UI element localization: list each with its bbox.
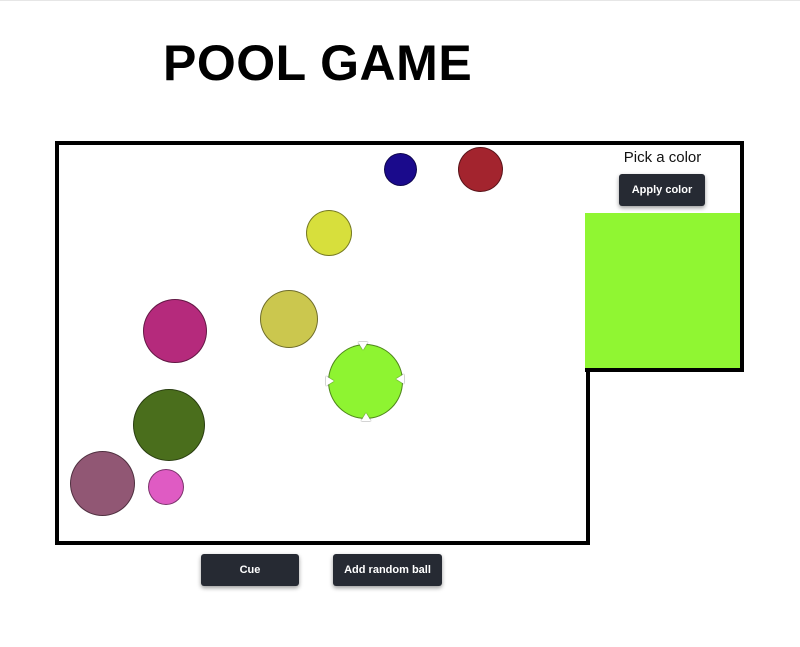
red-ball[interactable] [458, 147, 503, 192]
lime-ball[interactable] [328, 344, 403, 419]
pink-ball[interactable] [148, 469, 184, 505]
yellow-ball[interactable] [306, 210, 352, 256]
arrow-left-icon[interactable] [396, 374, 404, 384]
page-title: POOL GAME [163, 35, 473, 91]
color-swatch[interactable] [585, 213, 740, 368]
pool-table[interactable] [55, 141, 590, 545]
cue-button[interactable]: Cue [201, 554, 299, 586]
color-picker-panel: Pick a color Apply color [585, 141, 744, 372]
arrow-down-icon[interactable] [358, 342, 368, 350]
picker-title: Pick a color [623, 149, 702, 166]
top-divider [0, 0, 800, 1]
arrow-up-icon[interactable] [361, 413, 371, 421]
magenta-ball[interactable] [143, 299, 207, 363]
apply-color-button[interactable]: Apply color [619, 174, 705, 206]
add-random-ball-button[interactable]: Add random ball [333, 554, 442, 586]
olive-yellow-ball[interactable] [260, 290, 318, 348]
mauve-ball[interactable] [70, 451, 135, 516]
dark-green-ball[interactable] [133, 389, 205, 461]
arrow-right-icon[interactable] [326, 376, 334, 386]
navy-ball[interactable] [384, 153, 417, 186]
